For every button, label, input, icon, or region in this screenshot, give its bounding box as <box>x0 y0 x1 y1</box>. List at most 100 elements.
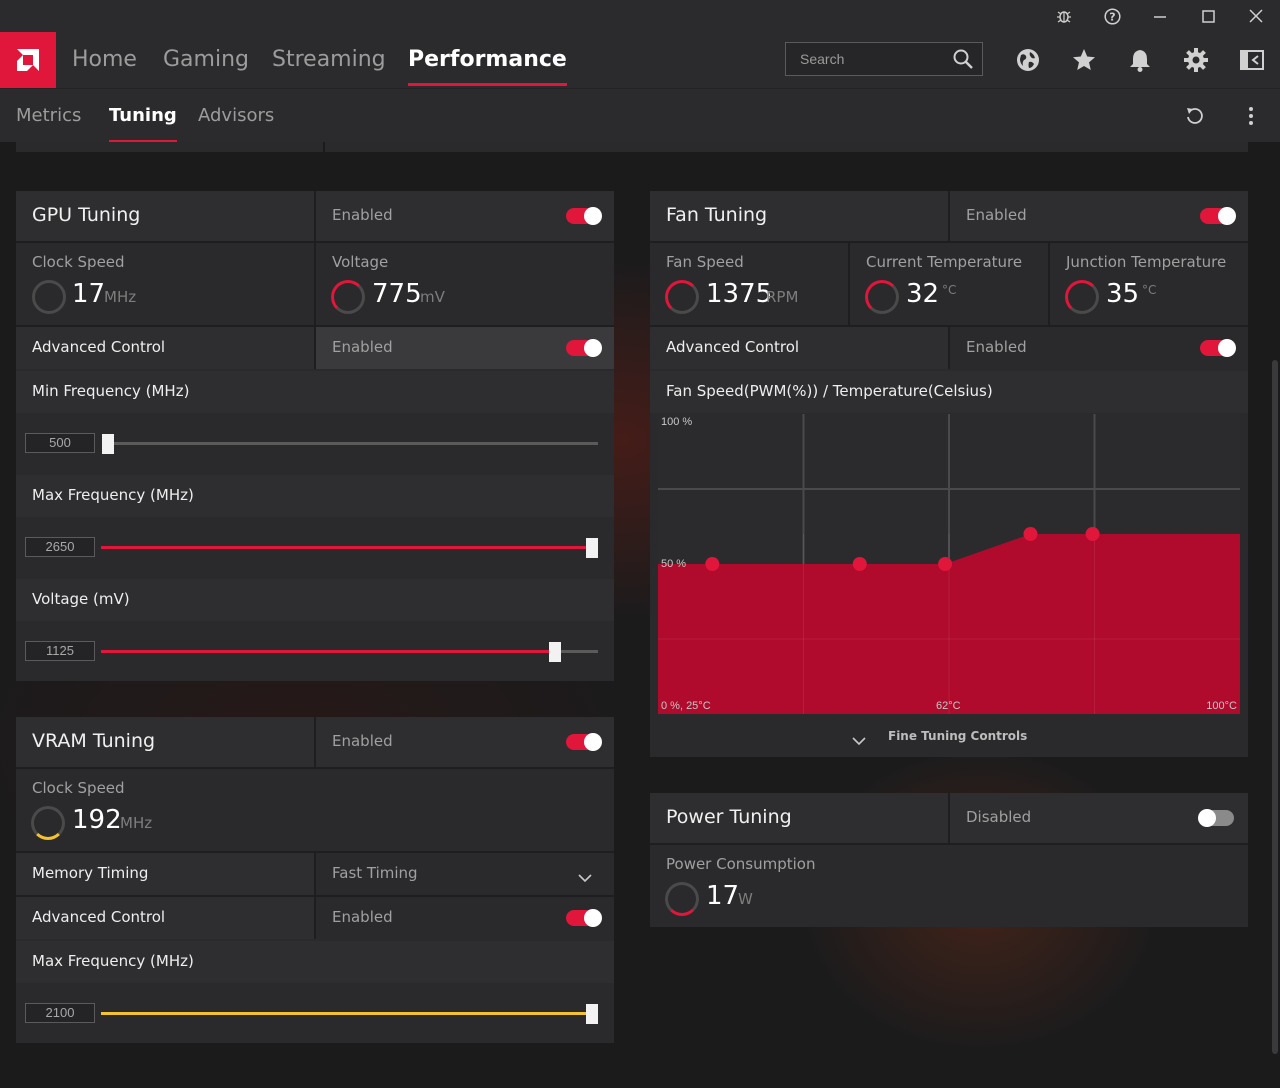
fan-tuning-toggle[interactable] <box>1200 207 1236 225</box>
max-frequency-track[interactable] <box>101 546 593 549</box>
subtab-tuning[interactable]: Tuning <box>109 89 177 143</box>
subtab-metrics[interactable]: Metrics <box>16 89 81 143</box>
gpu-tuning-header: GPU Tuning Enabled <box>16 191 614 241</box>
search-input[interactable] <box>786 43 946 75</box>
max-frequency-input[interactable]: 2650 <box>25 537 95 557</box>
nav-tab-label: Home <box>72 47 137 72</box>
max-frequency-thumb[interactable] <box>586 538 598 558</box>
fan-curve-point[interactable] <box>1023 527 1038 541</box>
globe-icon[interactable] <box>1014 46 1042 74</box>
nav-tab-gaming[interactable]: Gaming <box>163 32 249 88</box>
memory-timing-select[interactable]: Fast Timing <box>316 853 614 895</box>
status-text: Enabled <box>332 206 393 224</box>
main-navigation: Home Gaming Streaming Performance <box>0 32 1280 88</box>
minimize-icon[interactable] <box>1136 0 1184 32</box>
fan-curve-point[interactable] <box>852 557 867 571</box>
clock-gauge <box>32 280 66 314</box>
search-box[interactable] <box>785 42 983 76</box>
panel-title: Power Tuning <box>666 806 792 828</box>
metric-unit: °C <box>1142 283 1157 297</box>
nav-tab-performance[interactable]: Performance <box>408 32 567 88</box>
vram-tuning-toggle[interactable] <box>566 733 602 751</box>
vram-max-frequency-thumb[interactable] <box>586 1004 598 1024</box>
junction-temperature-metric: Junction Temperature 35 °C <box>1050 243 1248 325</box>
voltage-gauge <box>331 280 365 314</box>
fan-curve-chart[interactable]: 100 % 50 % 0 %, 25°C 62°C 100°C <box>658 414 1240 714</box>
fan-curve-point[interactable] <box>938 557 953 571</box>
toggle-knob <box>1218 339 1236 357</box>
y-tick-top: 100 % <box>661 416 693 428</box>
fan-curve-svg[interactable] <box>658 414 1240 714</box>
metric-value: 32 <box>906 279 940 309</box>
subtab-label: Tuning <box>109 105 177 126</box>
fan-advanced-control-row: Advanced Control <box>650 327 948 369</box>
bug-icon[interactable] <box>1040 0 1088 32</box>
nav-tab-home[interactable]: Home <box>72 32 137 88</box>
voltage-input[interactable]: 1125 <box>25 641 95 661</box>
metric-unit: mV <box>420 288 445 306</box>
fan-advanced-control-toggle[interactable] <box>1200 339 1236 357</box>
gpu-tuning-toggle[interactable] <box>566 207 602 225</box>
x-tick-max: 100°C <box>1206 700 1237 712</box>
fine-tuning-controls-label: Fine Tuning Controls <box>888 729 1028 743</box>
bell-icon[interactable] <box>1126 46 1154 74</box>
vram-advanced-control-toggle[interactable] <box>566 909 602 927</box>
metric-value: 35 <box>1106 279 1140 309</box>
amd-logo[interactable] <box>0 32 56 88</box>
voltage-thumb[interactable] <box>549 642 561 662</box>
status-text: Enabled <box>332 732 393 750</box>
scrollbar-thumb[interactable] <box>1272 360 1278 1054</box>
toggle-knob <box>1218 207 1236 225</box>
metric-value: 1375 <box>706 279 773 309</box>
gear-icon[interactable] <box>1182 46 1210 74</box>
min-frequency-track[interactable] <box>107 442 598 445</box>
toggle-knob <box>584 733 602 751</box>
reset-icon[interactable] <box>1184 105 1206 131</box>
slider-label: Min Frequency (MHz) <box>32 382 190 400</box>
min-frequency-thumb[interactable] <box>102 434 114 454</box>
metric-value: 192 <box>72 805 122 835</box>
nav-tab-streaming[interactable]: Streaming <box>272 32 386 88</box>
vram-max-frequency-input[interactable]: 2100 <box>25 1003 95 1023</box>
power-tuning-toggle[interactable] <box>1198 809 1234 827</box>
sidebar-toggle-icon[interactable] <box>1238 46 1266 74</box>
panel-title: Fan Tuning <box>666 204 768 226</box>
divider <box>314 717 316 767</box>
status-text: Enabled <box>966 338 1027 356</box>
fan-curve-point[interactable] <box>1085 527 1100 541</box>
star-icon[interactable] <box>1070 46 1098 74</box>
min-frequency-input[interactable]: 500 <box>25 433 95 453</box>
subtab-label: Metrics <box>16 105 82 126</box>
x-tick-mid: 62°C <box>936 700 961 712</box>
vram-clock-speed-metric: Clock Speed 192 MHz <box>16 769 614 851</box>
advanced-control-toggle[interactable] <box>566 339 602 357</box>
metric-unit: °C <box>942 283 957 297</box>
power-tuning-panel: Power Tuning Disabled Power Consumption … <box>650 793 1248 927</box>
status-text: Enabled <box>966 206 1027 224</box>
max-frequency-header: Max Frequency (MHz) <box>16 475 614 517</box>
help-icon[interactable]: ? <box>1088 0 1136 32</box>
toggle-knob <box>1198 809 1216 827</box>
panel-title: VRAM Tuning <box>32 730 156 752</box>
slider-label: Voltage (mV) <box>32 590 130 608</box>
vram-max-frequency-track[interactable] <box>101 1012 593 1015</box>
divider <box>314 191 316 241</box>
min-frequency-header: Min Frequency (MHz) <box>16 371 614 413</box>
subtab-label: Advisors <box>198 105 275 126</box>
subtab-advisors[interactable]: Advisors <box>198 89 274 143</box>
advanced-control-label: Advanced Control <box>32 338 166 356</box>
fine-tuning-controls-row[interactable]: Fine Tuning Controls <box>650 717 1248 757</box>
fan-curve-point[interactable] <box>705 557 720 571</box>
power-tuning-header: Power Tuning Disabled <box>650 793 1248 843</box>
metric-label: Power Consumption <box>666 855 816 873</box>
close-icon[interactable] <box>1232 0 1280 32</box>
svg-text:?: ? <box>1109 10 1115 23</box>
fan-advanced-control-status: Enabled <box>950 327 1248 369</box>
maximize-icon[interactable] <box>1184 0 1232 32</box>
metric-label: Current Temperature <box>866 253 1023 271</box>
more-icon[interactable] <box>1246 106 1256 130</box>
metric-label: Junction Temperature <box>1066 253 1227 271</box>
slider-label: Max Frequency (MHz) <box>32 486 194 504</box>
search-icon[interactable] <box>952 48 974 74</box>
collapsed-panel-edge <box>16 142 323 152</box>
